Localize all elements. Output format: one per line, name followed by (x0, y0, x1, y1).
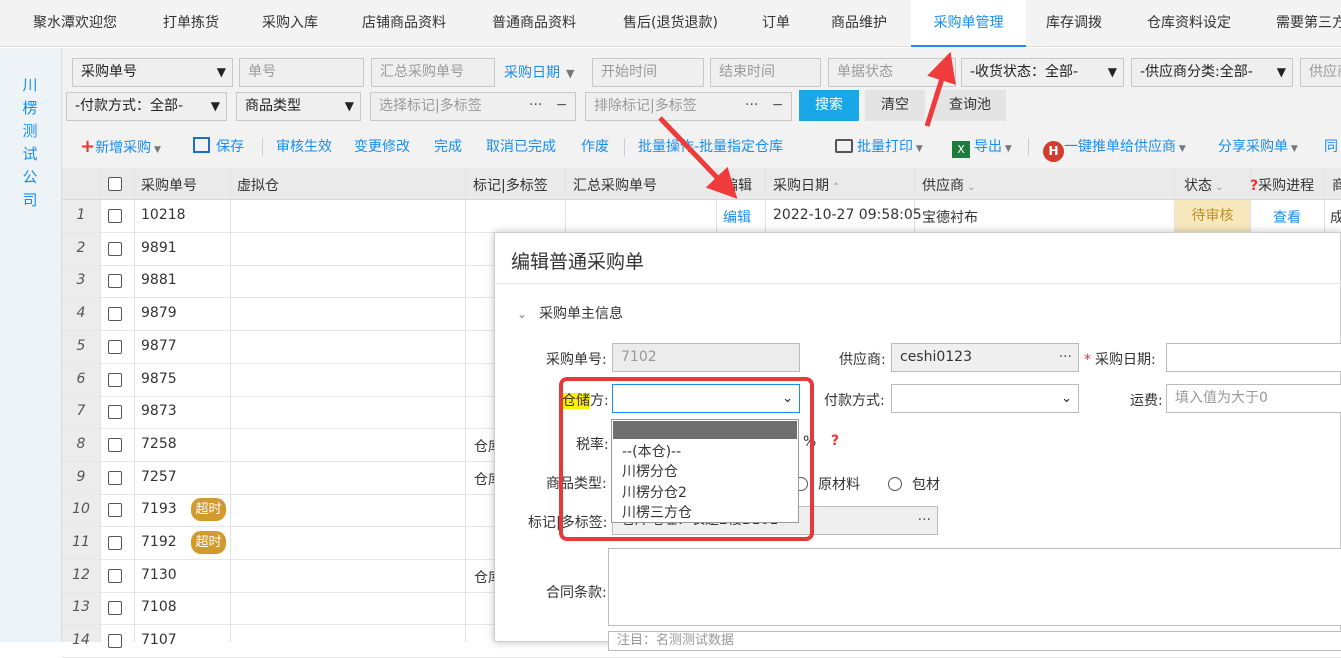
arrow-to-edit (658, 116, 738, 199)
arrow-to-tab (924, 51, 956, 127)
annotation-arrows (658, 51, 956, 199)
